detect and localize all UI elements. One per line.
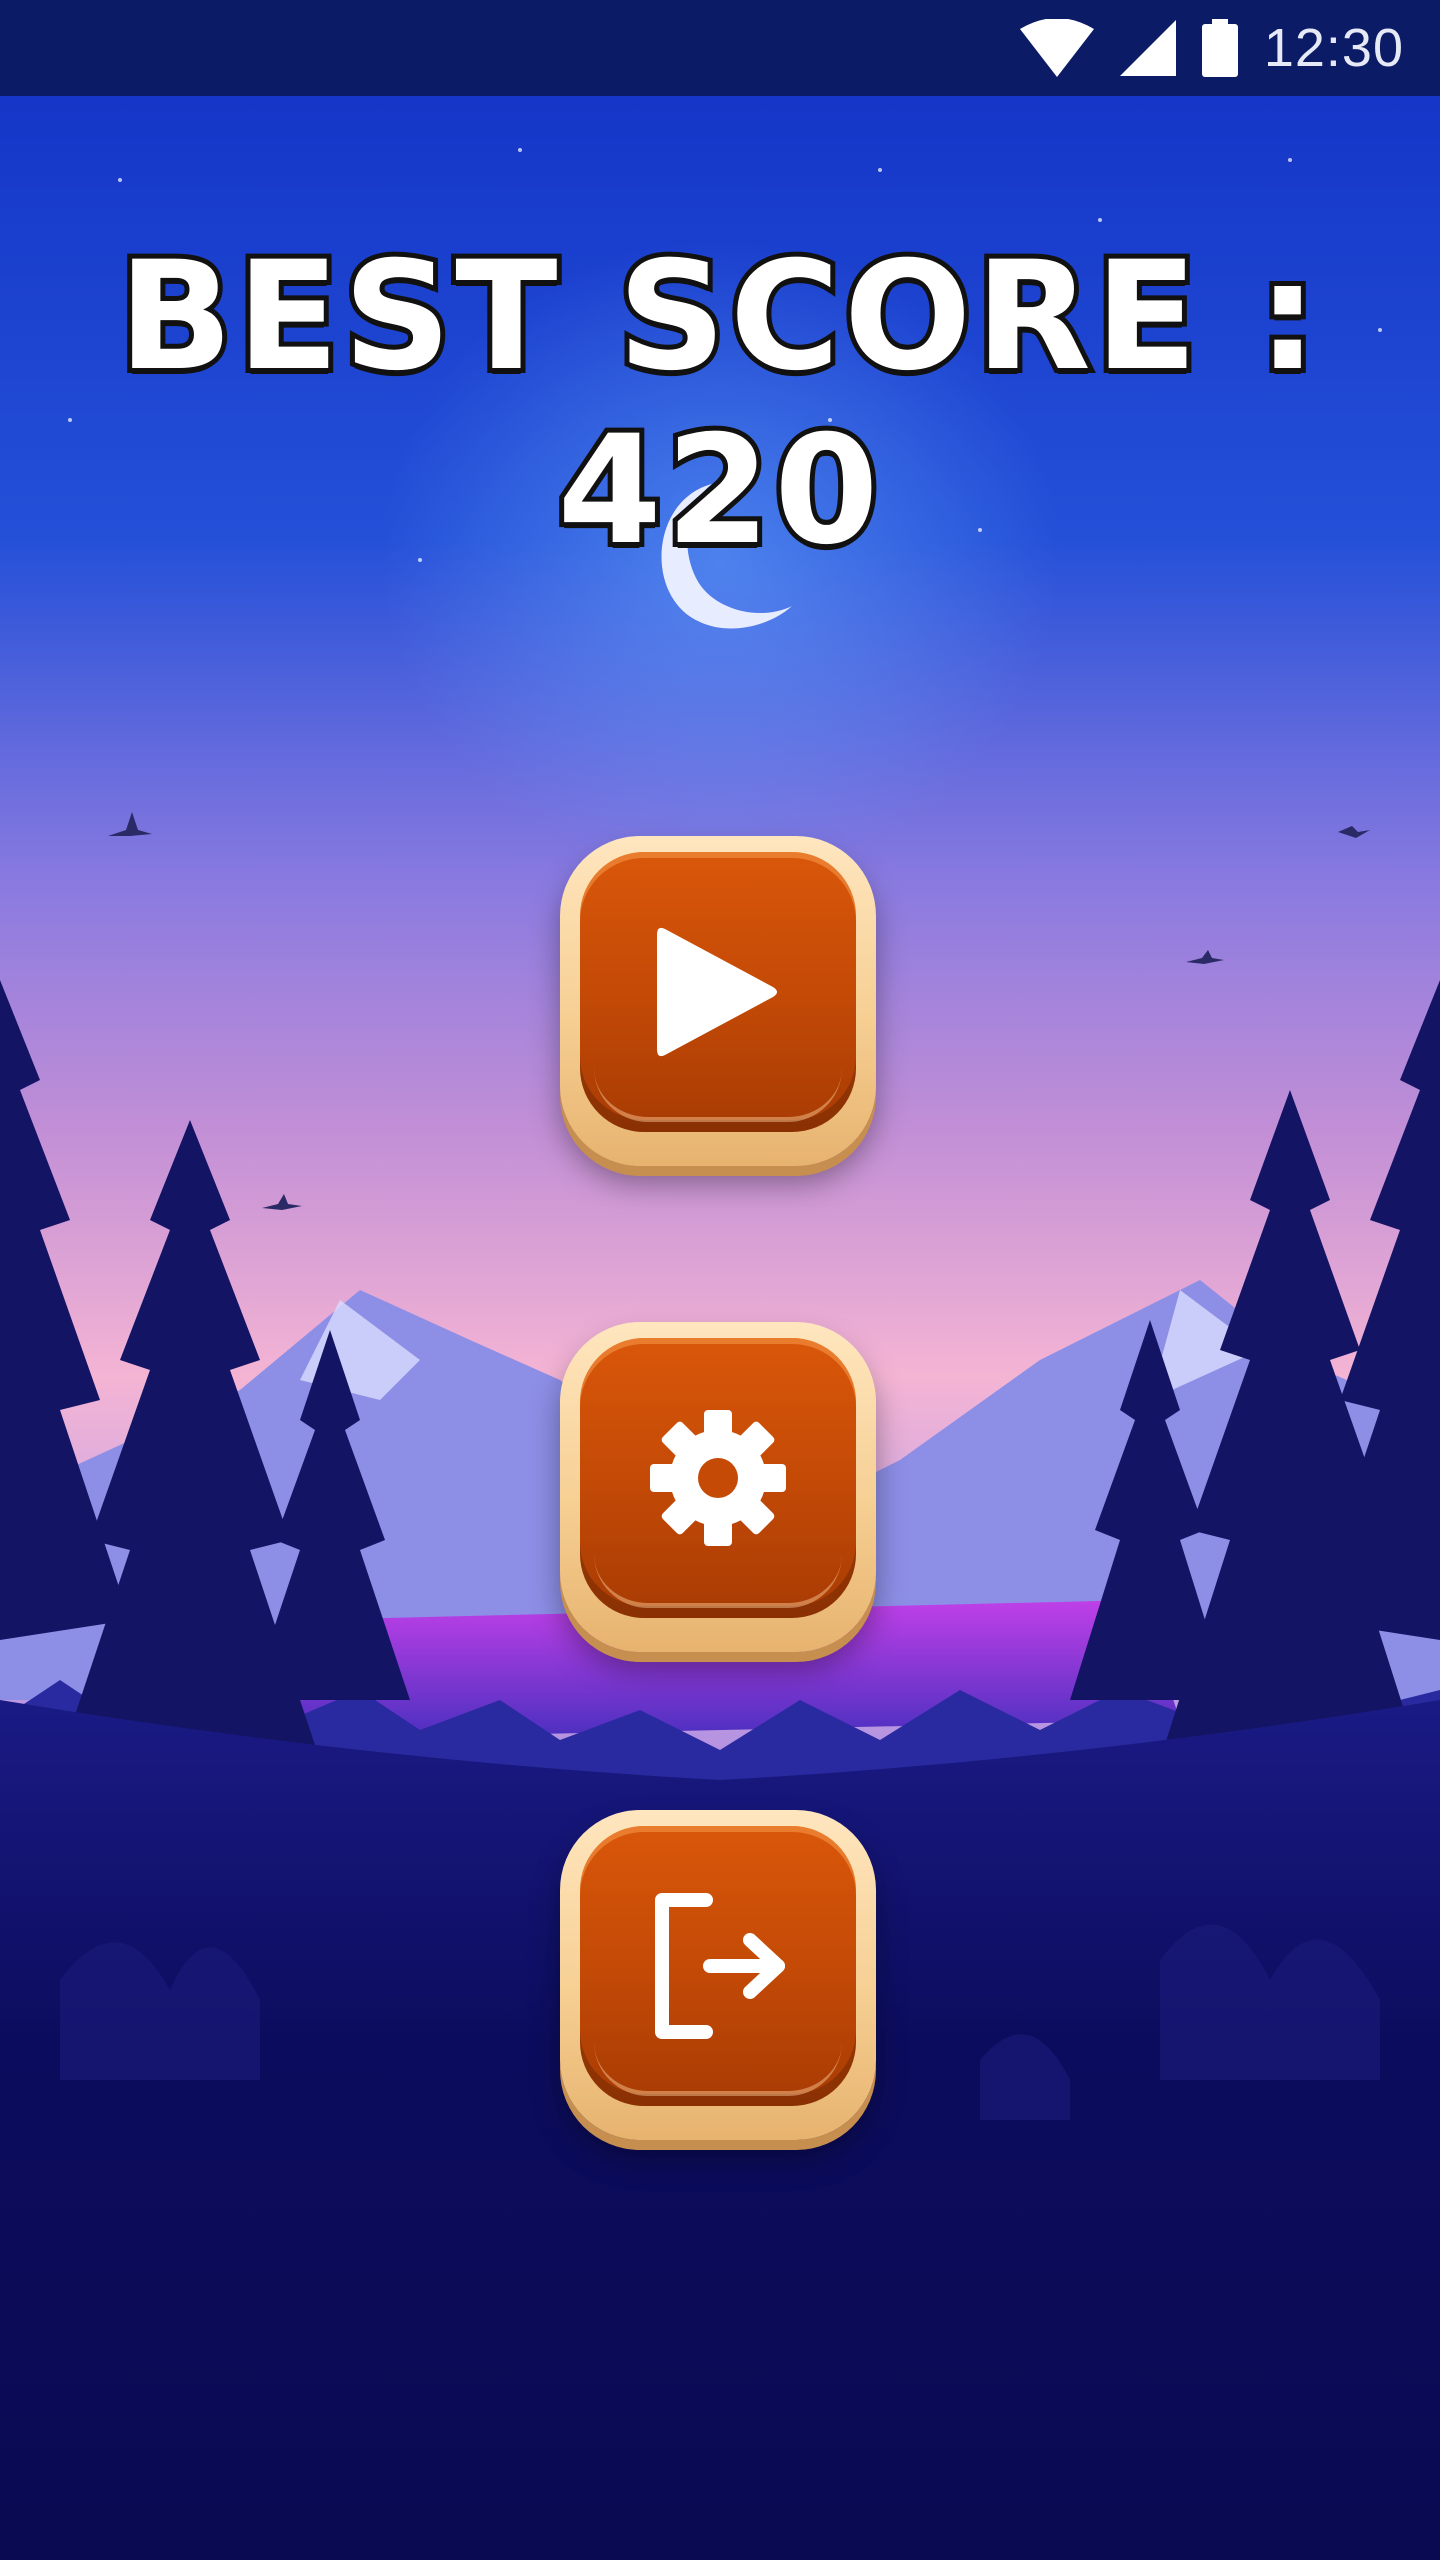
status-icons: 12:30 [1019,14,1404,82]
play-icon [657,927,777,1057]
status-time: 12:30 [1263,18,1404,78]
battery-icon [1201,19,1238,77]
gear-icon [650,1410,786,1546]
settings-button-face [580,1338,856,1618]
status-bar: 12:30 [0,0,1440,96]
exit-button[interactable] [560,1810,876,2140]
wifi-icon [1019,19,1094,77]
cell-signal-icon [1119,20,1176,76]
play-button-face [580,852,856,1132]
settings-button[interactable] [560,1322,876,1652]
best-score-title: BEST SCORE : 420 [113,225,1322,583]
play-button[interactable] [560,836,876,1166]
exit-button-face [580,1826,856,2106]
exit-icon [655,1893,785,2039]
